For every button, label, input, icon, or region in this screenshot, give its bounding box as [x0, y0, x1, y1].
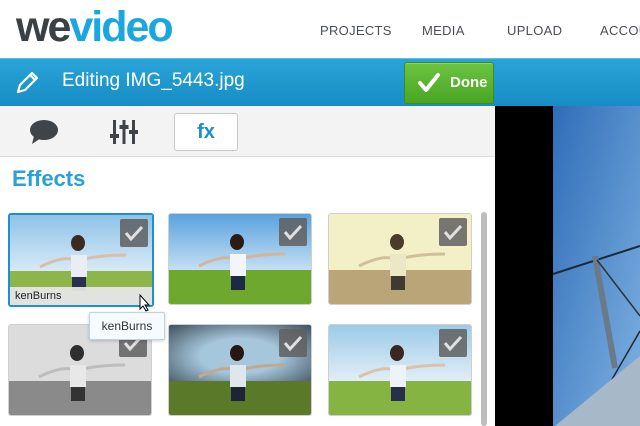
logo-we: we — [16, 3, 71, 51]
effect-thumbnail[interactable] — [168, 213, 312, 305]
pencil-icon — [16, 71, 39, 94]
thumbnail-caption: kenBurns — [10, 287, 152, 305]
check-icon[interactable] — [279, 329, 307, 357]
effect-thumbnail[interactable] — [328, 324, 472, 416]
effect-thumbnail[interactable] — [328, 213, 472, 305]
effect-thumbnail[interactable]: kenBurns — [8, 213, 154, 307]
effects-heading: Effects — [12, 166, 86, 191]
done-label: Done — [450, 74, 488, 91]
logo-video: video — [69, 3, 173, 51]
mouse-pointer-icon — [139, 294, 151, 312]
sliders-icon[interactable] — [110, 118, 138, 146]
check-icon[interactable] — [439, 329, 467, 357]
photo-preview[interactable] — [495, 106, 640, 426]
nav-media[interactable]: MEDIA — [422, 23, 465, 38]
tooltip: kenBurns — [89, 312, 165, 340]
nav-account[interactable]: ACCOU — [600, 23, 640, 38]
editing-title: Editing IMG_5443.jpg — [62, 70, 245, 91]
done-button[interactable]: Done — [404, 62, 494, 104]
check-icon[interactable] — [439, 218, 467, 246]
panel-toolbar: fx — [0, 106, 495, 157]
checkmark-icon — [418, 73, 440, 92]
wevideo-logo[interactable]: wevideo — [16, 4, 186, 50]
preview-image — [495, 106, 640, 426]
effect-thumbnail[interactable] — [168, 324, 312, 416]
check-icon[interactable] — [279, 218, 307, 246]
top-navigation: wevideo PROJECTS MEDIA UPLOAD ACCOU — [0, 0, 640, 58]
fx-label: fx — [197, 121, 215, 143]
nav-upload[interactable]: UPLOAD — [507, 23, 562, 38]
speech-bubble-icon[interactable] — [28, 118, 60, 146]
panel-scrollbar[interactable] — [481, 212, 487, 426]
selected-check-icon[interactable] — [120, 219, 148, 247]
fx-tab[interactable]: fx — [174, 113, 238, 151]
editing-bar: Editing IMG_5443.jpg Done — [0, 58, 640, 107]
nav-projects[interactable]: PROJECTS — [320, 23, 392, 38]
